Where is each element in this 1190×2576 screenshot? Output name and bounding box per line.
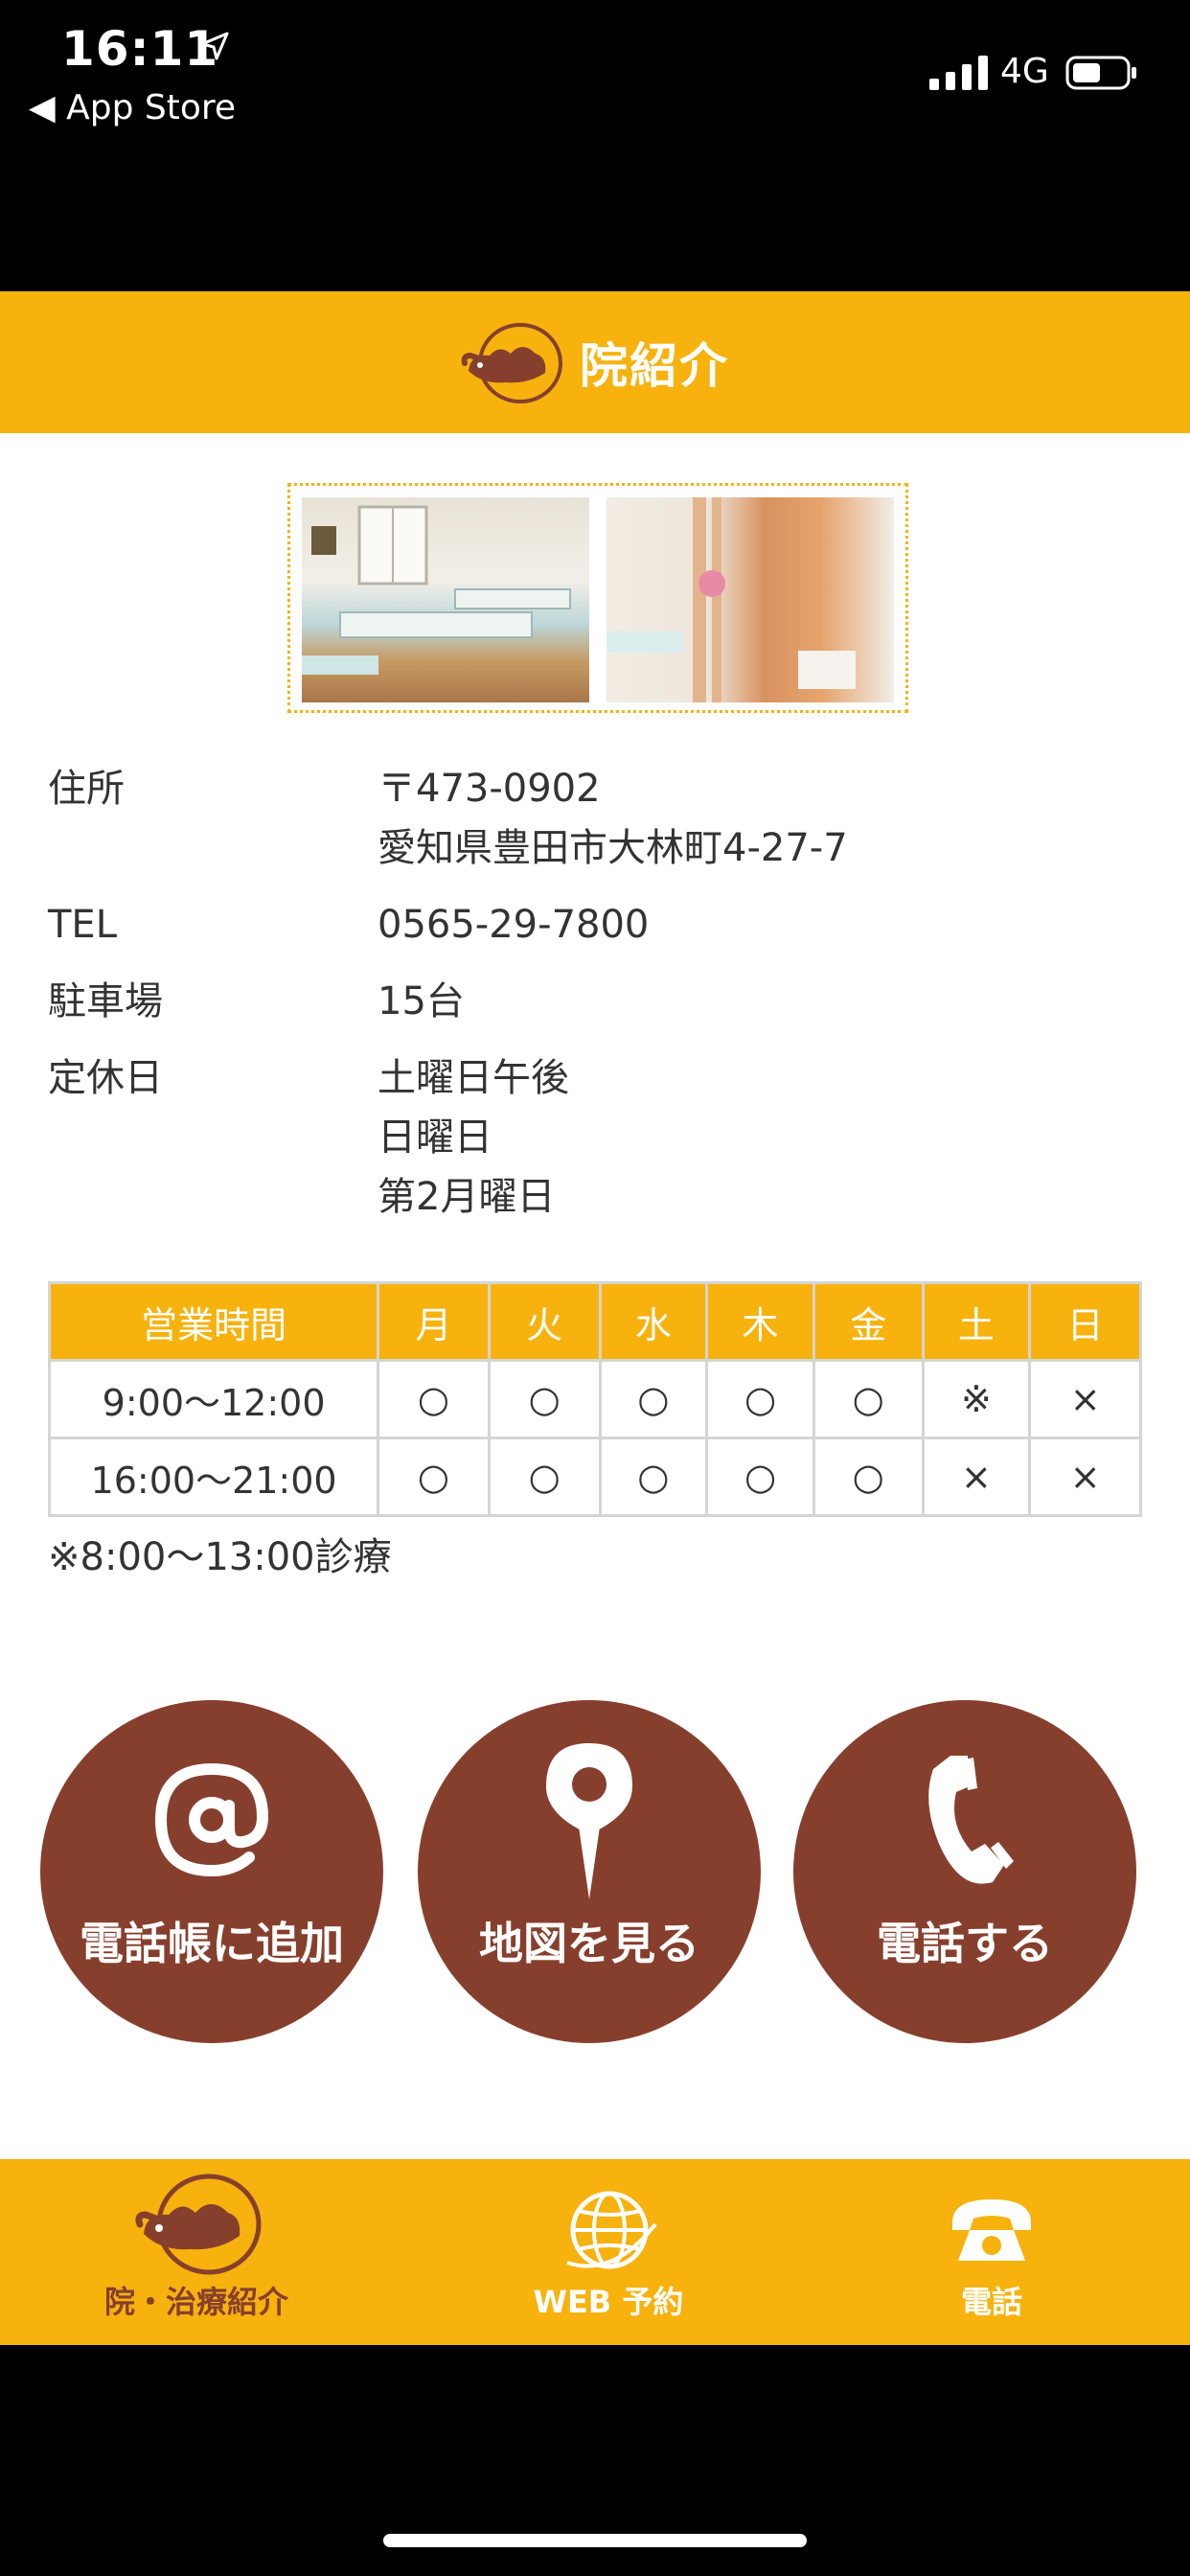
- clinic-photos: [287, 483, 908, 713]
- table-header-cell: 木: [705, 1281, 815, 1362]
- tab-web-booking[interactable]: WEB 予約: [479, 2159, 738, 2345]
- action-label: 電話する: [877, 1918, 1053, 1969]
- table-header-cell: 月: [377, 1281, 491, 1362]
- info-label: 定休日: [48, 1056, 163, 1100]
- view-map-button[interactable]: 地図を見る: [418, 1700, 761, 2043]
- action-label: 地図を見る: [479, 1918, 699, 1969]
- table-cell: ○: [598, 1437, 709, 1517]
- table-cell: ×: [921, 1437, 1032, 1517]
- table-cell: ○: [487, 1359, 602, 1439]
- table-cell: ×: [1028, 1437, 1142, 1517]
- add-to-contacts-button[interactable]: 電話帳に追加: [40, 1700, 383, 2043]
- info-label: 駐車場: [48, 979, 163, 1024]
- closed-day: 土曜日午後: [378, 1056, 569, 1100]
- table-row: 16:00〜21:00 ○ ○ ○ ○ ○ × ×: [47, 1437, 1142, 1517]
- closed-day: 日曜日: [378, 1116, 492, 1160]
- table-cell: ○: [705, 1359, 815, 1439]
- cellular-signal-icon: [929, 56, 988, 90]
- table-cell: ○: [377, 1437, 491, 1517]
- battery-icon: [1065, 56, 1136, 90]
- table-cell: 9:00〜12:00: [47, 1359, 380, 1439]
- network-type: 4G: [1000, 52, 1049, 91]
- address-postal: 〒473-0902: [378, 767, 601, 811]
- table-header-cell: 営業時間: [47, 1281, 380, 1362]
- table-cell: ※: [921, 1359, 1032, 1439]
- table-header-cell: 水: [598, 1281, 709, 1362]
- telephone-icon: [952, 2199, 1031, 2261]
- table-cell: ○: [705, 1437, 815, 1517]
- camel-logo-icon: [461, 323, 562, 403]
- tab-label: 院・治療紹介: [103, 2284, 288, 2320]
- status-time: 16:11: [61, 21, 219, 77]
- bottom-tab-bar: 院・治療紹介 WEB 予約 電話: [0, 2159, 1190, 2345]
- table-cell: 16:00〜21:00: [47, 1437, 380, 1517]
- clinic-photo-reception: [606, 497, 894, 702]
- table-header-cell: 金: [812, 1281, 925, 1362]
- table-header-cell: 日: [1028, 1281, 1142, 1362]
- info-label: 住所: [48, 767, 125, 811]
- back-to-app-store-link[interactable]: ◀ App Store: [29, 88, 236, 127]
- table-cell: ○: [812, 1437, 925, 1517]
- map-pin-icon: [546, 1743, 632, 1899]
- tab-clinic-intro[interactable]: 院・治療紹介: [57, 2159, 335, 2345]
- at-icon: [154, 1762, 269, 1877]
- tab-label: WEB 予約: [533, 2284, 684, 2320]
- table-header-cell: 土: [921, 1281, 1032, 1362]
- hours-note: ※8:00〜13:00診療: [48, 1535, 392, 1579]
- page-header: 院紹介: [0, 291, 1190, 433]
- page-title: 院紹介: [580, 338, 729, 394]
- home-indicator[interactable]: [383, 2534, 807, 2547]
- parking-value: 15台: [378, 979, 465, 1024]
- table-header-row: 営業時間 月 火 水 木 金 土 日: [47, 1281, 1142, 1362]
- table-cell: ○: [377, 1359, 491, 1439]
- table-cell: ○: [487, 1437, 602, 1517]
- action-label: 電話帳に追加: [80, 1918, 344, 1969]
- clinic-photo-treatment-beds: [302, 497, 589, 702]
- table-cell: ×: [1028, 1359, 1142, 1439]
- closed-day: 第2月曜日: [378, 1175, 556, 1219]
- business-hours-table: 営業時間 月 火 水 木 金 土 日 9:00〜12:00 ○ ○ ○ ○ ○ …: [47, 1281, 1142, 1517]
- camel-logo-icon: [135, 2174, 262, 2275]
- tel-number[interactable]: 0565-29-7800: [378, 895, 649, 954]
- tab-phone[interactable]: 電話: [881, 2159, 1102, 2345]
- table-cell: ○: [598, 1359, 709, 1439]
- table-header-cell: 火: [487, 1281, 602, 1362]
- call-button[interactable]: 電話する: [793, 1700, 1136, 2043]
- globe-icon: [566, 2191, 657, 2269]
- tab-label: 電話: [960, 2284, 1022, 2320]
- address-street: 愛知県豊田市大林町4-27-7: [378, 826, 848, 870]
- table-cell: ○: [812, 1359, 925, 1439]
- table-row: 9:00〜12:00 ○ ○ ○ ○ ○ ※ ×: [47, 1359, 1142, 1439]
- phone-handset-icon: [928, 1756, 1014, 1884]
- info-label: TEL: [48, 903, 117, 947]
- clinic-info-content: 住所 〒473-0902 愛知県豊田市大林町4-27-7 TEL 0565-29…: [0, 433, 1190, 2159]
- status-bar: 16:11 ◀ App Store 4G: [0, 0, 1190, 291]
- location-arrow-icon: [200, 32, 229, 60]
